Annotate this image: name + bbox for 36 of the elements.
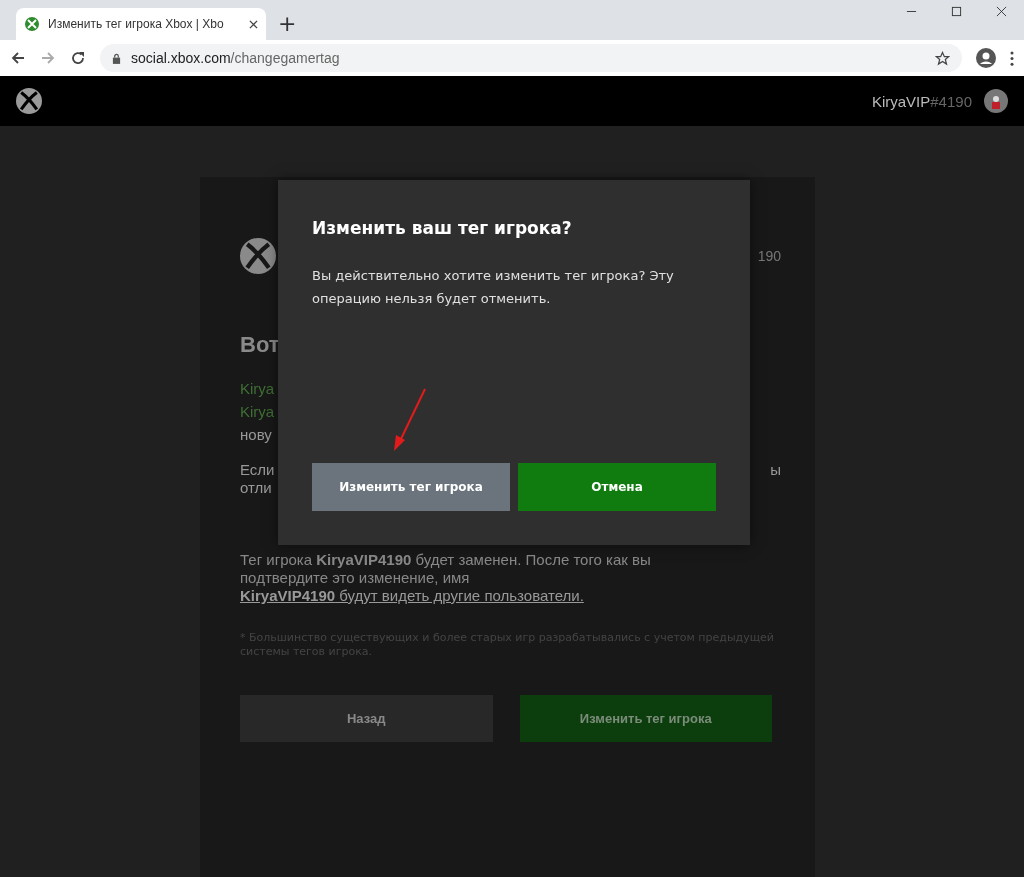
close-icon[interactable] xyxy=(996,5,1007,17)
avatar-icon[interactable] xyxy=(984,89,1008,113)
text-fragment: Если xyxy=(240,461,275,479)
xbox-logo-icon[interactable] xyxy=(16,88,42,114)
notice-link[interactable]: KiryaVIP4190 будут видеть другие пользователи. xyxy=(240,587,584,604)
new-tab-button[interactable]: + xyxy=(274,11,301,36)
dialog-message: Вы действительно хотите изменить тег игрока? Эту операцию нельзя будет отменить. xyxy=(312,267,675,308)
heading-fragment: Вот xyxy=(240,332,281,358)
text-fragment: отли xyxy=(240,479,272,497)
reload-icon[interactable] xyxy=(70,50,86,66)
address-field[interactable]: social.xbox.com/changegamertag xyxy=(100,44,962,72)
star-icon[interactable] xyxy=(935,50,950,66)
arrow-drawing xyxy=(394,388,426,451)
text-fragment: нову xyxy=(240,426,272,443)
back-icon[interactable] xyxy=(10,50,26,66)
menu-icon[interactable] xyxy=(1010,50,1014,66)
notice-text: Тег игрока KiryaVIP4190 будет заменен. После того как вы подтвердите это изменение, имя KiryaVIP4190 будут видеть другие пользователи. xyxy=(240,551,652,605)
close-tab-icon[interactable] xyxy=(249,19,258,29)
back-button[interactable]: Назад xyxy=(240,695,493,742)
cancel-button[interactable]: Отмена xyxy=(518,463,716,511)
change-gamertag-button[interactable]: Изменить тег игрока xyxy=(519,695,772,742)
gamertag-fragment: 190 xyxy=(757,247,781,264)
lock-icon xyxy=(112,52,121,64)
text-fragment: ы xyxy=(770,461,781,479)
profile-icon[interactable] xyxy=(976,48,996,68)
browser-tab[interactable]: Изменить тег игрока Xbox | Xbo xyxy=(16,8,266,40)
dialog-title: Изменить ваш тег игрока? xyxy=(312,218,573,238)
text-fragment: Kirya xyxy=(240,403,275,420)
tab-title: Изменить тег игрока Xbox | Xbo xyxy=(48,17,225,31)
gamertag[interactable]: KiryaVIP#4190 xyxy=(871,92,972,110)
url-text: social.xbox.com/changegamertag xyxy=(131,50,340,66)
text-fragment: Kirya xyxy=(240,380,275,397)
maximize-icon[interactable] xyxy=(951,5,962,17)
xbox-logo-icon xyxy=(240,237,276,274)
confirm-button[interactable]: Изменить тег игрока xyxy=(312,463,510,511)
xbox-logo-icon xyxy=(24,16,40,32)
